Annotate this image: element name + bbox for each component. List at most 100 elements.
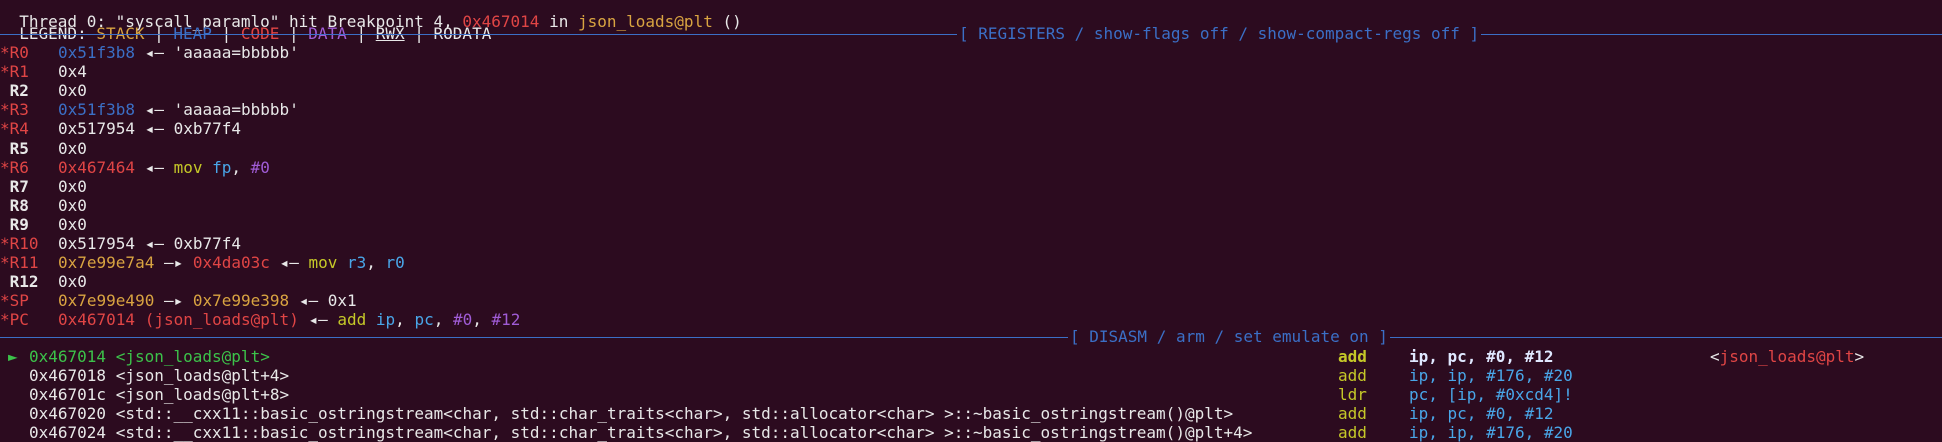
register-value: 0x0 [58,81,87,100]
registers-panel-title: [ REGISTERS / show-flags off / show-comp… [957,24,1482,43]
register-deref-part: , [231,157,251,177]
disasm-operands: ip, pc, #0, #12 [1409,347,1554,366]
register-value: 0x7e99e7a4 —▸ 0x4da03c ◂— mov r3, r0 [58,253,405,272]
register-value: 0x51f3b8 ◂— 'aaaaa=bbbbb' [58,43,299,62]
register-value-text: 0x0 [58,176,87,196]
legend-line: LEGEND: STACK | HEAP | CODE | DATA | RWX… [0,5,491,43]
register-name: *R10 [0,234,39,253]
register-value: 0x467464 ◂— mov fp, #0 [58,158,270,177]
disasm-mnemonic: add [1338,347,1367,366]
register-deref-part: 0x4da03c [192,253,270,273]
register-deref-part: ◂— [298,310,338,330]
register-name: *SP [0,291,29,311]
disasm-operands: pc, [ip, #0xcd4]! [1409,385,1573,405]
disasm-address-text: 0x467020 [29,404,107,424]
disasm-address: 0x467018 <json_loads@plt+4> [29,366,289,385]
register-deref-part: add [337,310,367,330]
disasm-row: 0x467020 <std::__cxx11::basic_ostringstr… [0,404,1942,423]
disasm-symbol: <json_loads@plt+8> [115,385,290,405]
disasm-row: 0x467018 <json_loads@plt+4> add ip, ip, #1… [0,366,1942,385]
register-deref-part: r3 [337,253,367,273]
register-name: *R1 [0,62,29,82]
register-deref-part: —▸ [154,253,193,273]
register-value-text: 0x517954 [58,234,136,253]
register-deref-part: ip [366,310,396,330]
disasm-operands: ip, ip, #176, #20 [1409,366,1573,386]
current-instruction-arrow-icon: ► [8,347,18,366]
register-value: 0x51f3b8 ◂— 'aaaaa=bbbbb' [58,100,299,119]
register-value-text: 0x0 [58,214,87,234]
register-deref-part: ◂— 0x1 [289,291,357,311]
thread-function: json_loads@plt [577,12,713,31]
register-deref-part: , [472,310,492,330]
register-value-text: 0x7e99e490 [58,291,155,311]
register-value: 0x0 [58,139,87,158]
disasm-address-text: 0x467014 [29,347,107,366]
disasm-mnemonic: add [1338,404,1367,424]
register-value-text: 0x0 [58,138,87,158]
register-name: *R3 [0,100,29,120]
register-value-text: 0x4 [58,62,87,82]
register-deref-part: r0 [385,253,405,273]
register-value-text: 0x467014 (json_loads@plt) [58,310,299,330]
register-value: 0x467014 (json_loads@plt) ◂— add ip, pc,… [58,310,520,329]
register-name: *R11 [0,253,39,273]
disasm-separator [0,337,1942,338]
disasm-symbol: <json_loads@plt+4> [115,366,290,386]
register-value-text: 0x0 [58,272,87,292]
disasm-mnemonic: add [1338,366,1367,386]
disasm-mnemonic: ldr [1338,385,1367,405]
register-value-text: 0x467464 [58,157,136,177]
disasm-symbol: <std::__cxx11::basic_ostringstream<char,… [115,404,1234,424]
register-value: 0x0 [58,177,87,196]
register-name: *R0 [0,43,29,62]
disasm-address-text: 0x467018 [29,366,107,386]
register-deref-part: , [395,310,415,330]
disasm-operands: ip, pc, #0, #12 [1409,404,1554,424]
register-deref-part: 0x7e99e398 [192,291,290,311]
register-deref-part: mov [308,253,338,273]
register-name: *R6 [0,157,29,177]
register-deref-part: pc [414,310,434,330]
disasm-row: ► 0x467014 <json_loads@plt> add ip, pc, #0,… [0,347,1942,366]
disasm-branch-target-text: <json_loads@plt> [1710,347,1865,366]
register-deref-part: , [433,310,453,330]
register-deref-part: #0 [250,157,270,177]
disasm-row: 0x46701c <json_loads@plt+8> ldr pc, [ip, #… [0,385,1942,404]
register-name: *PC [0,310,29,330]
register-value-text: 0x517954 [58,119,136,139]
disasm-panel-title: [ DISASM / arm / set emulate on ] [1068,327,1390,346]
register-name: R8 [0,195,29,215]
register-name: R7 [0,176,29,196]
disasm-address: 0x467014 <json_loads@plt> [29,347,270,366]
register-name: *R4 [0,119,29,139]
register-value-text: 0x51f3b8 [58,43,136,62]
register-value: 0x0 [58,272,87,291]
thread-suffix: () [712,12,742,31]
register-deref-part: ◂— 0xb77f4 [135,119,242,139]
register-deref-part: ◂— 0xb77f4 [135,234,242,253]
register-deref-part: #0 [452,310,473,330]
register-deref-part: ◂— 'aaaaa=bbbbb' [135,100,299,120]
register-name: R9 [0,214,29,234]
register-value-text: 0x51f3b8 [58,100,136,120]
thread-mid: in [539,12,578,31]
register-deref-part: fp [202,157,232,177]
register-value: 0x517954 ◂— 0xb77f4 [58,119,241,138]
register-value: 0x517954 ◂— 0xb77f4 [58,234,241,253]
disasm-branch-target: <json_loads@plt> [1710,347,1864,366]
register-deref-part: , [366,253,386,273]
register-value: 0x0 [58,196,87,215]
register-value-text: 0x7e99e7a4 [58,253,155,273]
register-value-text: 0x0 [58,195,87,215]
register-name: R2 [0,81,29,101]
disasm-address-text: 0x46701c [29,385,107,405]
disasm-address: 0x46701c <json_loads@plt+8> [29,385,289,404]
register-value: 0x4 [58,62,87,81]
register-deref-part: —▸ [154,291,193,311]
register-name: R5 [0,138,29,158]
register-deref-part: #12 [491,310,521,330]
disasm-symbol: <json_loads@plt> [115,347,270,366]
register-deref-part: ◂— [269,253,309,273]
register-deref-part: mov [173,157,203,177]
